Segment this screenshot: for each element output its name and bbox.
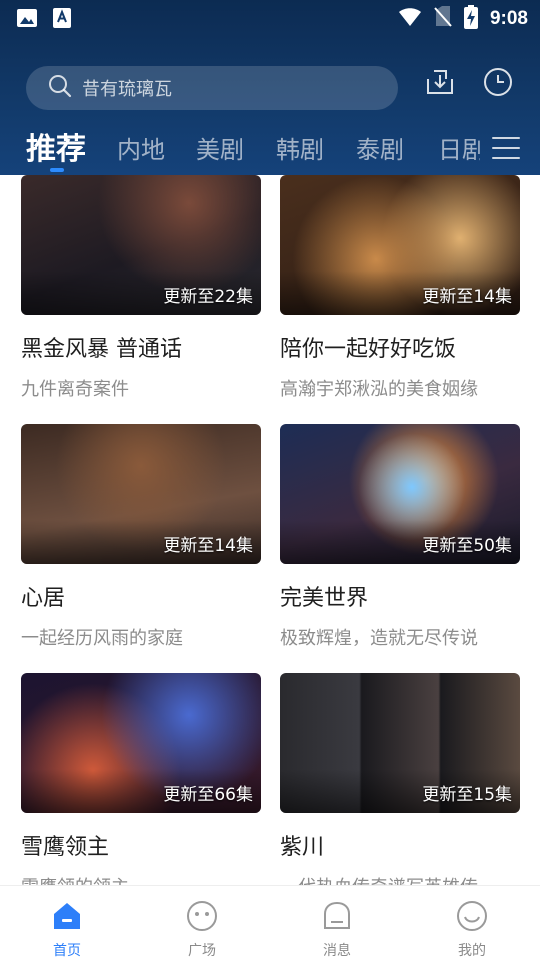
- battery-charging-icon: [463, 5, 478, 33]
- episode-badge: 更新至22集: [163, 287, 253, 307]
- search-bar[interactable]: 昔有琉璃瓦: [26, 66, 398, 110]
- video-card[interactable]: 更新至50集 完美世界 极致辉煌，造就无尽传说: [280, 424, 520, 650]
- tab-mainland[interactable]: 内地: [117, 130, 165, 165]
- video-card[interactable]: 更新至14集 陪你一起好好吃饭 高瀚宇郑湫泓的美食姻缘: [280, 175, 520, 401]
- nav-square-label: 广场: [188, 943, 216, 959]
- profile-icon: [456, 900, 488, 936]
- episode-badge: 更新至15集: [422, 785, 512, 805]
- video-thumbnail[interactable]: 更新至22集: [21, 175, 261, 315]
- nav-home[interactable]: 首页: [17, 900, 117, 960]
- video-thumbnail[interactable]: 更新至15集: [280, 673, 520, 813]
- video-title[interactable]: 陪你一起好好吃饭: [280, 331, 520, 363]
- home-icon: [51, 900, 83, 936]
- square-icon: [186, 900, 218, 936]
- episode-badge: 更新至50集: [422, 536, 512, 556]
- video-thumbnail[interactable]: 更新至14集: [280, 175, 520, 315]
- video-subtitle: 极致辉煌，造就无尽传说: [280, 628, 478, 649]
- search-icon: [48, 74, 72, 102]
- video-subtitle: 一起经历风雨的家庭: [21, 628, 183, 649]
- download-button[interactable]: [418, 66, 462, 102]
- menu-icon[interactable]: [492, 134, 520, 162]
- nav-square[interactable]: 广场: [152, 900, 252, 960]
- video-title[interactable]: 心居: [21, 580, 261, 612]
- video-subtitle: 一代热血传奇谱写英雄传: [280, 873, 520, 885]
- tab-japanese-drama[interactable]: 日剧: [438, 130, 480, 165]
- episode-badge: 更新至14集: [422, 287, 512, 307]
- category-tabs: 推荐 内地 美剧 韩剧 泰剧 日剧: [0, 124, 480, 174]
- video-title[interactable]: 紫川: [280, 829, 520, 861]
- clock-icon: [482, 66, 514, 102]
- active-tab-indicator: [50, 168, 64, 172]
- video-thumbnail[interactable]: 更新至50集: [280, 424, 520, 564]
- episode-badge: 更新至14集: [163, 536, 253, 556]
- search-placeholder: 昔有琉璃瓦: [82, 79, 172, 100]
- video-title[interactable]: 完美世界: [280, 580, 520, 612]
- tab-thai-drama[interactable]: 泰剧: [356, 130, 404, 165]
- nav-profile[interactable]: 我的: [422, 900, 522, 960]
- status-bar: 9:08: [0, 0, 540, 36]
- tab-us-drama[interactable]: 美剧: [196, 130, 244, 165]
- wifi-icon: [398, 7, 422, 31]
- video-card[interactable]: 更新至14集 心居 一起经历风雨的家庭: [21, 424, 261, 650]
- message-icon: [321, 900, 353, 936]
- video-subtitle: 九件离奇案件: [21, 379, 129, 400]
- text-badge-icon: [52, 7, 72, 33]
- video-card[interactable]: 更新至15集 紫川 一代热血传奇谱写英雄传: [280, 673, 520, 885]
- video-subtitle: 高瀚宇郑湫泓的美食姻缘: [280, 379, 478, 400]
- no-sim-icon: [434, 6, 452, 32]
- video-title[interactable]: 雪鹰领主: [21, 829, 261, 861]
- video-card[interactable]: 更新至66集 雪鹰领主 雪鹰领的领主: [21, 673, 261, 885]
- nav-profile-label: 我的: [458, 943, 486, 959]
- video-feed: 更新至22集 黑金风暴 普通话 九件离奇案件 更新至14集 陪你一起好好吃饭 高…: [0, 175, 540, 885]
- history-button[interactable]: [476, 66, 520, 102]
- nav-messages-label: 消息: [323, 943, 351, 959]
- episode-badge: 更新至66集: [163, 785, 253, 805]
- bottom-navigation: 首页 广场 消息 我的: [0, 885, 540, 960]
- nav-home-label: 首页: [53, 943, 81, 959]
- app-header: 9:08 昔有琉璃瓦 推荐 内地 美剧 韩剧 泰剧 日剧: [0, 0, 540, 175]
- video-thumbnail[interactable]: 更新至66集: [21, 673, 261, 813]
- nav-messages[interactable]: 消息: [287, 900, 387, 960]
- tab-recommend[interactable]: 推荐: [26, 124, 86, 168]
- video-card[interactable]: 更新至22集 黑金风暴 普通话 九件离奇案件: [21, 175, 261, 401]
- tab-korean-drama[interactable]: 韩剧: [276, 130, 324, 165]
- video-subtitle: 雪鹰领的领主: [21, 873, 261, 885]
- clock-time: 9:08: [489, 8, 528, 29]
- video-thumbnail[interactable]: 更新至14集: [21, 424, 261, 564]
- download-icon: [425, 67, 455, 101]
- image-icon: [16, 7, 38, 33]
- video-title[interactable]: 黑金风暴 普通话: [21, 331, 261, 363]
